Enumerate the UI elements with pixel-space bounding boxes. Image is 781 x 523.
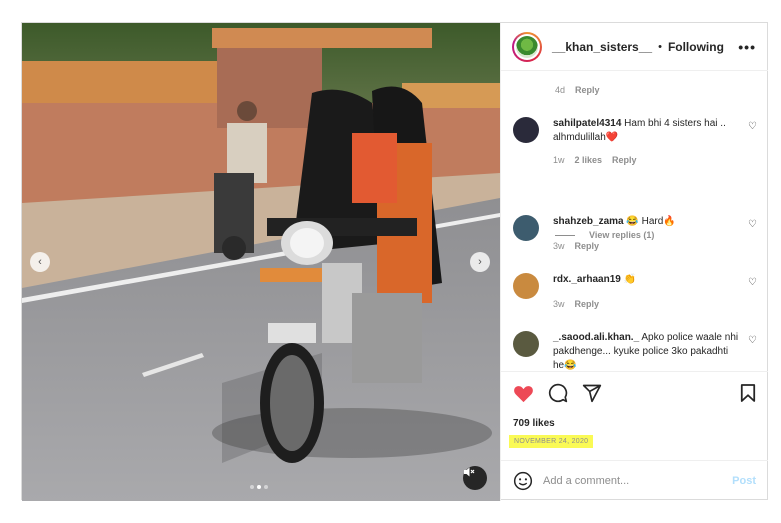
header-separator: •: [658, 40, 662, 53]
heart-icon: [514, 385, 533, 402]
comment-item: shahzeb_zama 😂 Hard🔥 3w Reply ♡: [513, 215, 761, 251]
like-button[interactable]: [513, 384, 534, 403]
commenter-avatar[interactable]: [513, 273, 539, 299]
post-side-panel: __khan_sisters__ • Following ••• 4d Repl…: [500, 23, 768, 501]
more-options-button[interactable]: •••: [738, 39, 756, 55]
post-username[interactable]: __khan_sisters__: [552, 40, 652, 54]
carousel-dot-active: [257, 485, 261, 489]
chevron-right-icon: ›: [478, 256, 482, 268]
comment-button[interactable]: [548, 383, 568, 403]
comment-meta: 3w Reply: [553, 299, 600, 309]
next-slide-button[interactable]: ›: [470, 252, 490, 272]
comment-meta: 3w Reply: [553, 241, 600, 251]
comment-like-heart-icon[interactable]: ♡: [748, 335, 757, 346]
comment-like-heart-icon[interactable]: ♡: [748, 121, 757, 132]
comment-text: rdx._arhaan19 👏: [553, 274, 637, 285]
carousel-dot: [250, 485, 254, 489]
comment-time: 4d: [555, 85, 566, 95]
instagram-post: ‹ › __khan_sisters__ • Following ••• 4d …: [21, 22, 768, 501]
post-date: NOVEMBER 24, 2020: [509, 435, 594, 448]
bookmark-icon: [740, 384, 756, 402]
avatar[interactable]: [512, 31, 542, 62]
comment-username[interactable]: _.saood.ali.khan._: [553, 332, 639, 343]
comment-meta: 4d Reply: [555, 85, 600, 95]
post-media-video[interactable]: ‹ ›: [22, 23, 500, 501]
post-comment-button[interactable]: Post: [732, 475, 756, 487]
share-icon: [582, 384, 602, 403]
comment-username[interactable]: shahzeb_zama: [553, 216, 624, 227]
post-header: __khan_sisters__ • Following •••: [501, 23, 768, 71]
comment-icon: [548, 383, 568, 403]
reply-button[interactable]: Reply: [575, 299, 600, 309]
post-actions: 709 likes NOVEMBER 24, 2020: [501, 371, 768, 448]
comments-list[interactable]: 4d Reply sahilpatel4314 Ham bhi 4 sister…: [501, 71, 768, 371]
save-button[interactable]: [740, 383, 756, 403]
chevron-left-icon: ‹: [38, 256, 42, 268]
commenter-avatar[interactable]: [513, 331, 539, 357]
share-button[interactable]: [582, 383, 602, 403]
likes-count[interactable]: 709 likes: [513, 418, 756, 429]
commenter-avatar[interactable]: [513, 117, 539, 143]
avatar-icon: [516, 35, 538, 58]
reply-button[interactable]: Reply: [575, 85, 600, 95]
comment-meta: 1w 2 likes Reply: [553, 155, 637, 165]
commenter-avatar[interactable]: [513, 215, 539, 241]
emoji-icon[interactable]: [513, 471, 533, 491]
comment-item: rdx._arhaan19 👏 3w Reply ♡: [513, 273, 761, 309]
previous-slide-button[interactable]: ‹: [30, 252, 50, 272]
reply-button[interactable]: Reply: [575, 241, 600, 251]
comment-item: sahilpatel4314 Ham bhi 4 sisters hai .. …: [513, 117, 761, 165]
comment-like-heart-icon[interactable]: ♡: [748, 277, 757, 288]
carousel-dot: [264, 485, 268, 489]
reply-button[interactable]: Reply: [612, 155, 637, 165]
comment-likes[interactable]: 2 likes: [575, 155, 603, 165]
comment-text: sahilpatel4314 Ham bhi 4 sisters hai .. …: [553, 118, 726, 143]
comment-item: _.saood.ali.khan._ Apko police waale nhi…: [513, 331, 761, 371]
comment-text: _.saood.ali.khan._ Apko police waale nhi…: [553, 332, 739, 371]
action-bar: [513, 382, 756, 404]
comment-like-heart-icon[interactable]: ♡: [748, 219, 757, 230]
mute-icon: [464, 467, 475, 477]
comment-text: shahzeb_zama 😂 Hard🔥: [553, 216, 676, 227]
comment-input[interactable]: Add a comment...: [543, 475, 629, 487]
following-button[interactable]: Following: [668, 40, 724, 54]
comment-username[interactable]: rdx._arhaan19: [553, 274, 621, 285]
comment-username[interactable]: sahilpatel4314: [553, 118, 621, 129]
mute-button[interactable]: [463, 466, 487, 490]
add-comment-bar: Add a comment... Post: [501, 460, 768, 501]
carousel-indicator: [250, 485, 268, 489]
video-frame: [22, 23, 500, 501]
